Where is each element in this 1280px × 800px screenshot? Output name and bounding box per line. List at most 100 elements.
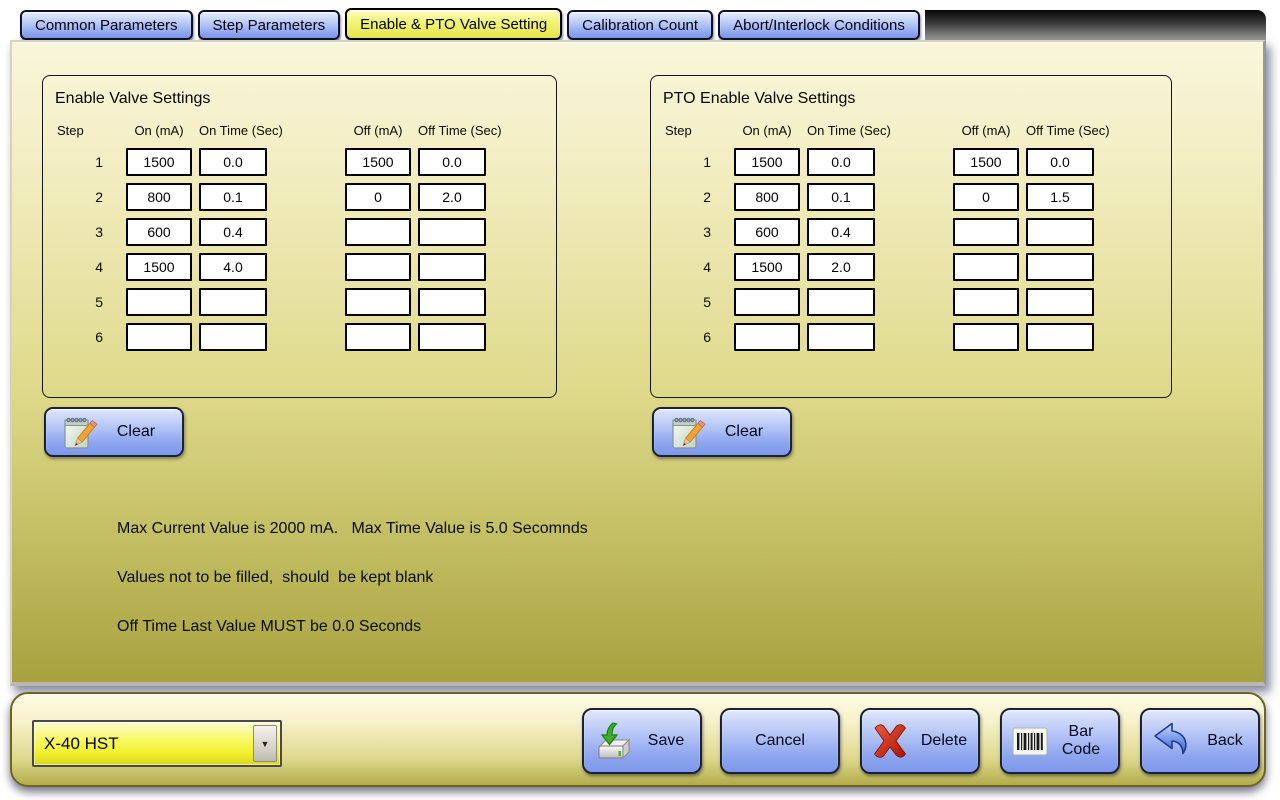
off-time-input[interactable]: [1026, 218, 1094, 246]
off-time-input[interactable]: [418, 148, 486, 176]
column-header-off-time: Off Time (Sec): [1026, 123, 1094, 141]
tab-label: Calibration Count: [582, 17, 698, 34]
step-number: 4: [663, 259, 727, 275]
footer-bar: X-40 HST ▼ Save Cancel: [10, 692, 1266, 787]
off-time-input[interactable]: [418, 183, 486, 211]
clear-button-label: Clear: [104, 423, 182, 441]
off-time-input[interactable]: [418, 288, 486, 316]
on-ma-input[interactable]: [734, 218, 800, 246]
off-ma-input[interactable]: [345, 183, 411, 211]
column-spacer: [882, 131, 946, 134]
on-ma-input[interactable]: [126, 218, 192, 246]
off-time-input[interactable]: [1026, 323, 1094, 351]
on-ma-input[interactable]: [734, 148, 800, 176]
on-time-input[interactable]: [199, 323, 267, 351]
clear-button[interactable]: Clear: [44, 407, 184, 457]
off-ma-input[interactable]: [345, 253, 411, 281]
column-header-step: Step: [55, 123, 119, 141]
off-ma-input[interactable]: [953, 148, 1019, 176]
on-ma-input[interactable]: [734, 288, 800, 316]
back-button[interactable]: Back: [1140, 708, 1260, 774]
tab-step-parameters[interactable]: Step Parameters: [198, 10, 341, 40]
off-time-input[interactable]: [1026, 288, 1094, 316]
on-time-input[interactable]: [807, 323, 875, 351]
on-ma-input[interactable]: [126, 148, 192, 176]
off-ma-input[interactable]: [345, 323, 411, 351]
tab-label: Common Parameters: [35, 17, 178, 34]
barcode-icon: [1010, 721, 1050, 761]
column-header-on-ma: On (mA): [734, 123, 800, 141]
on-time-input[interactable]: [199, 218, 267, 246]
on-time-input[interactable]: [199, 288, 267, 316]
off-time-input[interactable]: [1026, 253, 1094, 281]
step-number: 6: [55, 329, 119, 345]
on-ma-input[interactable]: [126, 323, 192, 351]
on-time-input[interactable]: [199, 183, 267, 211]
on-ma-input[interactable]: [734, 323, 800, 351]
valve-settings-groupbox: PTO Enable Valve Settings Step On (mA) O…: [650, 75, 1172, 398]
cancel-button[interactable]: Cancel: [720, 708, 840, 774]
step-number: 1: [663, 154, 727, 170]
clear-button[interactable]: Clear: [652, 407, 792, 457]
note-max-values: Max Current Value is 2000 mA. Max Time V…: [117, 520, 588, 538]
step-number: 5: [663, 294, 727, 310]
off-ma-input[interactable]: [345, 288, 411, 316]
on-time-input[interactable]: [807, 218, 875, 246]
on-time-input[interactable]: [199, 253, 267, 281]
off-ma-input[interactable]: [953, 288, 1019, 316]
save-icon: [592, 721, 632, 761]
valve-settings-table: Step On (mA) On Time (Sec) Off (mA) Off …: [663, 123, 1171, 351]
on-ma-input[interactable]: [126, 183, 192, 211]
off-ma-input[interactable]: [953, 323, 1019, 351]
off-ma-input[interactable]: [953, 253, 1019, 281]
delete-x-icon: [870, 721, 910, 761]
step-number: 2: [663, 189, 727, 205]
on-time-input[interactable]: [807, 253, 875, 281]
off-ma-input[interactable]: [953, 183, 1019, 211]
step-number: 2: [55, 189, 119, 205]
model-select[interactable]: X-40 HST ▼: [32, 720, 282, 767]
cancel-button-label: Cancel: [722, 732, 838, 750]
column-header-on-time: On Time (Sec): [807, 123, 875, 141]
enable-pto-valve-setting-page: Enable Valve Settings Step On (mA) On Ti…: [10, 40, 1266, 686]
on-ma-input[interactable]: [734, 253, 800, 281]
tab-label: Enable & PTO Valve Setting: [360, 16, 547, 33]
notepad-icon: [666, 411, 708, 453]
valve-settings-table: Step On (mA) On Time (Sec) Off (mA) Off …: [55, 123, 556, 351]
off-ma-input[interactable]: [345, 148, 411, 176]
delete-button[interactable]: Delete: [860, 708, 980, 774]
tab-abort-interlock-conditions[interactable]: Abort/Interlock Conditions: [718, 10, 920, 40]
tab-bar: Common Parameters Step Parameters Enable…: [20, 8, 1266, 40]
off-time-input[interactable]: [418, 253, 486, 281]
off-ma-input[interactable]: [345, 218, 411, 246]
back-button-label: Back: [1192, 732, 1258, 750]
bar-code-button[interactable]: Bar Code: [1000, 708, 1120, 774]
on-ma-input[interactable]: [734, 183, 800, 211]
on-ma-input[interactable]: [126, 253, 192, 281]
tab-label: Abort/Interlock Conditions: [733, 17, 905, 34]
tab-strip-filler: [925, 10, 1266, 40]
on-time-input[interactable]: [807, 288, 875, 316]
save-button[interactable]: Save: [582, 708, 702, 774]
on-time-input[interactable]: [199, 148, 267, 176]
on-time-input[interactable]: [807, 183, 875, 211]
off-time-input[interactable]: [1026, 183, 1094, 211]
bar-code-button-label: Bar Code: [1050, 723, 1112, 760]
notepad-icon: [58, 411, 100, 453]
off-time-input[interactable]: [418, 218, 486, 246]
tab-enable-pto-valve-setting[interactable]: Enable & PTO Valve Setting: [345, 8, 562, 40]
save-button-label: Save: [632, 732, 700, 750]
back-arrow-icon: [1150, 720, 1192, 762]
on-ma-input[interactable]: [126, 288, 192, 316]
delete-button-label: Delete: [910, 732, 978, 750]
chevron-down-icon[interactable]: ▼: [253, 725, 277, 762]
off-time-input[interactable]: [418, 323, 486, 351]
on-time-input[interactable]: [807, 148, 875, 176]
column-header-on-ma: On (mA): [126, 123, 192, 141]
off-ma-input[interactable]: [953, 218, 1019, 246]
tab-label: Step Parameters: [213, 17, 326, 34]
off-time-input[interactable]: [1026, 148, 1094, 176]
tab-calibration-count[interactable]: Calibration Count: [567, 10, 713, 40]
valve-settings-panel: PTO Enable Valve Settings Step On (mA) O…: [650, 75, 1172, 457]
tab-common-parameters[interactable]: Common Parameters: [20, 10, 193, 40]
